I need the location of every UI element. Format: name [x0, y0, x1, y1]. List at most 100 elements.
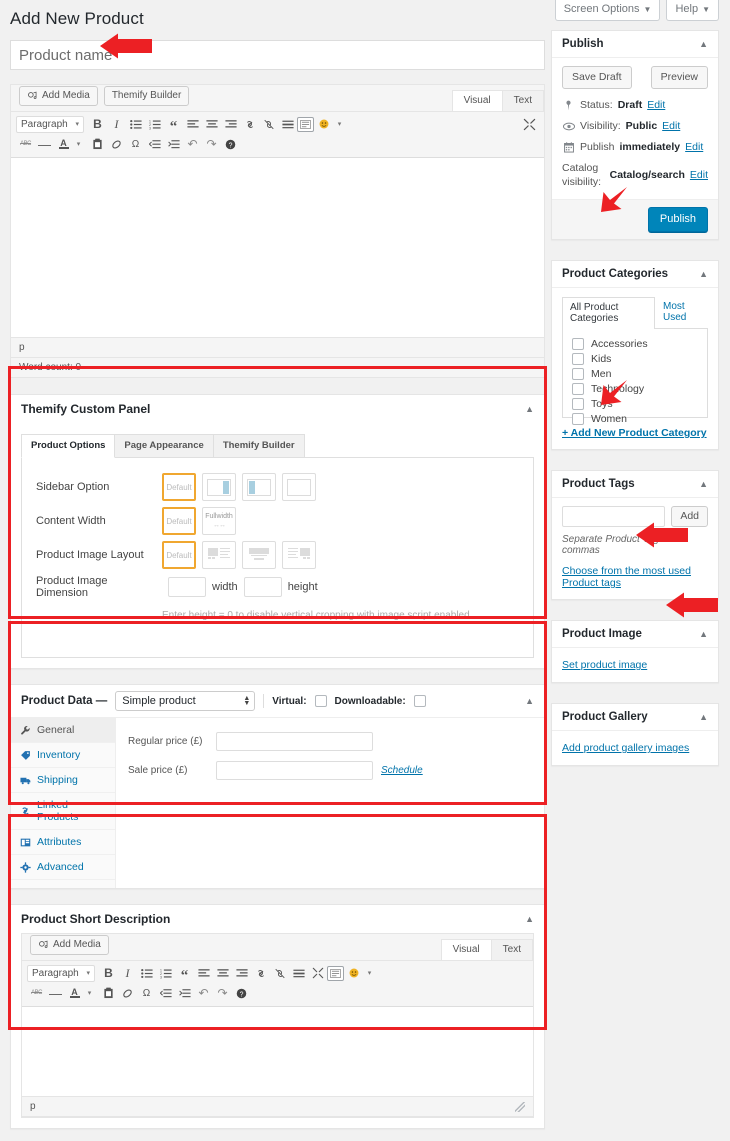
themify-builder-button[interactable]: Themify Builder [103, 86, 190, 106]
toolbar-toggle-icon[interactable] [327, 965, 344, 981]
horizontal-line-icon[interactable]: — [35, 135, 54, 153]
redo-icon[interactable]: ↷ [202, 135, 221, 153]
clear-formatting-icon[interactable] [107, 135, 126, 153]
tab-advanced[interactable]: Advanced [11, 855, 115, 880]
bold-icon[interactable]: B [99, 964, 118, 982]
remove-link-icon[interactable] [270, 964, 289, 982]
collapse-toggle-icon[interactable]: ▲ [699, 479, 708, 489]
special-character-icon[interactable]: Ω [137, 984, 156, 1002]
insert-link-icon[interactable] [240, 115, 259, 133]
collapse-toggle-icon[interactable]: ▲ [525, 404, 534, 414]
add-product-gallery-images-link[interactable]: Add product gallery images [562, 742, 689, 754]
edit-status-link[interactable]: Edit [647, 98, 665, 112]
collapse-toggle-icon[interactable]: ▲ [699, 712, 708, 722]
keyboard-shortcuts-icon[interactable]: ? [221, 135, 240, 153]
content-editor-body[interactable] [11, 158, 544, 338]
themify-panel-header[interactable]: Themify Custom Panel ▲ [11, 395, 544, 423]
tab-linked-products[interactable]: Linked Products [11, 793, 115, 830]
emoji-caret-icon[interactable]: ▾ [330, 115, 349, 133]
tab-text[interactable]: Text [501, 90, 544, 111]
short-description-header[interactable]: Product Short Description ▲ [11, 905, 544, 933]
short-description-body[interactable] [22, 1007, 533, 1097]
collapse-toggle-icon[interactable]: ▲ [525, 914, 534, 924]
bold-icon[interactable]: B [88, 115, 107, 133]
category-checkbox[interactable] [572, 382, 584, 395]
edit-publish-date-link[interactable]: Edit [685, 140, 703, 154]
bulleted-list-icon[interactable] [137, 964, 156, 982]
emoji-caret-icon[interactable]: ▾ [360, 964, 379, 982]
product-categories-list[interactable]: Accessories Kids Men Technology Toys Wom… [562, 328, 708, 425]
image-width-input[interactable] [168, 577, 206, 597]
collapse-toggle-icon[interactable]: ▲ [699, 269, 708, 279]
regular-price-input[interactable] [216, 732, 373, 751]
keyboard-shortcuts-icon[interactable]: ? [232, 984, 251, 1002]
add-media-button[interactable]: Add Media [30, 935, 109, 955]
italic-icon[interactable]: I [107, 115, 126, 133]
image-layout-right[interactable] [282, 541, 316, 569]
horizontal-line-icon[interactable]: — [46, 984, 65, 1002]
content-width-default[interactable]: Default [162, 507, 196, 535]
schedule-link[interactable]: Schedule [381, 765, 423, 776]
read-more-icon[interactable] [289, 964, 308, 982]
category-checkbox[interactable] [572, 337, 584, 350]
set-product-image-link[interactable]: Set product image [562, 659, 647, 671]
italic-icon[interactable]: I [118, 964, 137, 982]
tab-shipping[interactable]: Shipping [11, 768, 115, 793]
align-left-icon[interactable] [183, 115, 202, 133]
category-checkbox[interactable] [572, 397, 584, 410]
tab-inventory[interactable]: Inventory [11, 743, 115, 768]
most-used-product-tags-link[interactable]: Choose from the most used Product tags [562, 565, 708, 589]
tab-product-options[interactable]: Product Options [21, 434, 116, 458]
strikethrough-icon[interactable]: ABC [27, 984, 46, 1002]
preview-button[interactable]: Preview [650, 66, 708, 89]
increase-indent-icon[interactable] [175, 984, 194, 1002]
tab-general[interactable]: General [11, 718, 115, 743]
numbered-list-icon[interactable]: 123 [156, 964, 175, 982]
decrease-indent-icon[interactable] [145, 135, 164, 153]
resize-handle[interactable] [515, 1101, 525, 1112]
tab-most-used[interactable]: Most Used [655, 296, 708, 328]
tab-visual[interactable]: Visual [451, 90, 502, 111]
tab-attributes[interactable]: Attributes [11, 830, 115, 855]
sidebar-option-left[interactable] [242, 473, 276, 501]
sidebar-option-right[interactable] [202, 473, 236, 501]
fullscreen-icon[interactable] [308, 964, 327, 982]
bulleted-list-icon[interactable] [126, 115, 145, 133]
toolbar-toggle-icon[interactable] [297, 116, 314, 132]
redo-icon[interactable]: ↷ [213, 984, 232, 1002]
publish-button[interactable]: Publish [647, 207, 708, 232]
sale-price-input[interactable] [216, 761, 373, 780]
align-center-icon[interactable] [202, 115, 221, 133]
fullscreen-icon[interactable] [520, 115, 539, 133]
category-checkbox[interactable] [572, 367, 584, 380]
add-media-button[interactable]: Add Media [19, 86, 98, 106]
remove-link-icon[interactable] [259, 115, 278, 133]
tab-all-product-categories[interactable]: All Product Categories [562, 297, 655, 329]
save-draft-button[interactable]: Save Draft [562, 66, 632, 89]
add-new-product-category-link[interactable]: + Add New Product Category [562, 427, 708, 439]
decrease-indent-icon[interactable] [156, 984, 175, 1002]
collapse-toggle-icon[interactable]: ▲ [525, 696, 534, 706]
insert-link-icon[interactable] [251, 964, 270, 982]
content-width-fullwidth[interactable]: Fullwidth ↔↔ [202, 507, 236, 535]
sidebar-option-none[interactable] [282, 473, 316, 501]
numbered-list-icon[interactable]: 123 [145, 115, 164, 133]
collapse-toggle-icon[interactable]: ▲ [699, 629, 708, 639]
category-checkbox[interactable] [572, 352, 584, 365]
paste-as-text-icon[interactable] [88, 135, 107, 153]
format-select[interactable]: Paragraph ▾ [16, 115, 84, 133]
align-right-icon[interactable] [221, 115, 240, 133]
read-more-icon[interactable] [278, 115, 297, 133]
format-select[interactable]: Paragraph ▾ [27, 964, 95, 982]
increase-indent-icon[interactable] [164, 135, 183, 153]
edit-catalog-visibility-link[interactable]: Edit [690, 168, 708, 182]
clear-formatting-icon[interactable] [118, 984, 137, 1002]
special-character-icon[interactable]: Ω [126, 135, 145, 153]
blockquote-icon[interactable]: “ [164, 115, 183, 135]
blockquote-icon[interactable]: “ [175, 964, 194, 984]
undo-icon[interactable]: ↶ [183, 135, 202, 153]
paste-as-text-icon[interactable] [99, 984, 118, 1002]
text-color-caret-icon[interactable]: ▾ [80, 984, 99, 1002]
tab-visual[interactable]: Visual [440, 939, 491, 960]
downloadable-checkbox[interactable] [413, 695, 426, 707]
